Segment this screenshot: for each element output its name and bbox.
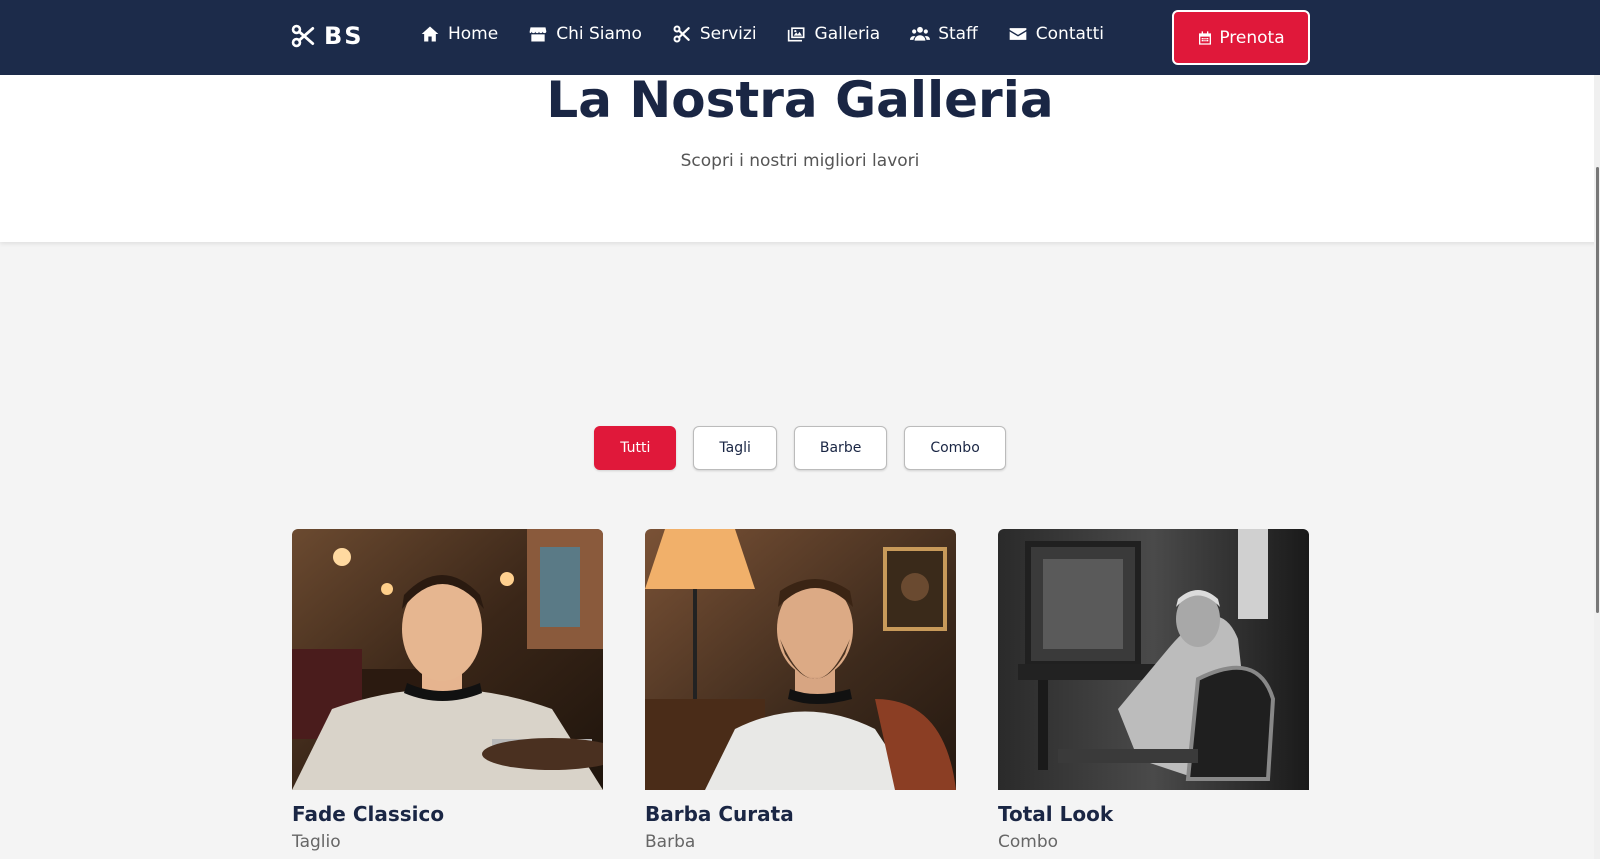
brand-name: BS xyxy=(324,22,364,50)
nav-item-label: Staff xyxy=(938,24,978,44)
gallery-photo[interactable] xyxy=(998,529,1309,790)
gallery-photo[interactable] xyxy=(645,529,956,790)
card-title: Total Look xyxy=(998,802,1114,826)
gallery-card[interactable]: Barba Curata Barba xyxy=(645,529,956,852)
book-button-label: Prenota xyxy=(1219,27,1285,48)
store-icon xyxy=(529,27,547,42)
users-icon xyxy=(910,26,931,41)
images-icon xyxy=(787,27,805,42)
page-title: La Nostra Galleria xyxy=(546,71,1054,129)
nav-item-label: Home xyxy=(448,24,499,44)
filter-beards-button[interactable]: Barbe xyxy=(793,426,888,470)
gallery-card[interactable]: Fade Classico Taglio xyxy=(292,529,603,852)
navbar: BS Home Chi Siamo Servizi Galleria Staff xyxy=(0,0,1600,75)
nav-item-label: Chi Siamo xyxy=(556,24,642,44)
nav-item-staff[interactable]: Staff xyxy=(910,24,978,44)
nav-item-contatti[interactable]: Contatti xyxy=(1008,24,1104,44)
card-category: Barba xyxy=(645,832,696,852)
gallery-card[interactable]: Total Look Combo xyxy=(998,529,1309,852)
calendar-icon xyxy=(1199,30,1212,45)
card-category: Combo xyxy=(998,832,1059,852)
scissors-icon xyxy=(673,25,690,43)
envelope-icon xyxy=(1009,28,1027,40)
scrollbar-thumb[interactable] xyxy=(1596,167,1599,613)
book-button[interactable]: Prenota xyxy=(1172,10,1310,65)
gallery-photo[interactable] xyxy=(292,529,603,790)
card-title: Barba Curata xyxy=(645,802,794,826)
filter-combo-button[interactable]: Combo xyxy=(904,426,1006,470)
nav-item-chi-siamo[interactable]: Chi Siamo xyxy=(528,24,642,44)
filter-all-button[interactable]: Tutti xyxy=(594,426,677,470)
nav-item-label: Servizi xyxy=(699,24,757,44)
nav-item-home[interactable]: Home xyxy=(420,24,498,44)
card-title: Fade Classico xyxy=(292,802,445,826)
nav-item-label: Contatti xyxy=(1035,24,1104,44)
page-scrollbar[interactable] xyxy=(1594,75,1600,859)
gallery-grid: Fade Classico Taglio Barba Curata Barba … xyxy=(292,529,1309,852)
main-nav: Home Chi Siamo Servizi Galleria Staff Co… xyxy=(420,24,1104,44)
nav-item-label: Galleria xyxy=(814,24,881,44)
card-category: Taglio xyxy=(292,832,341,852)
hero-section: La Nostra Galleria Scopri i nostri migli… xyxy=(0,75,1600,242)
nav-item-galleria[interactable]: Galleria xyxy=(787,24,881,44)
gallery-filters: Tutti Tagli Barbe Combo xyxy=(0,426,1600,470)
brand-logo[interactable]: BS xyxy=(290,22,364,50)
home-icon xyxy=(421,26,439,42)
scissors-icon xyxy=(291,24,315,48)
page-subtitle: Scopri i nostri migliori lavori xyxy=(680,151,920,171)
filter-cuts-button[interactable]: Tagli xyxy=(693,426,777,470)
nav-item-servizi[interactable]: Servizi xyxy=(672,24,757,44)
